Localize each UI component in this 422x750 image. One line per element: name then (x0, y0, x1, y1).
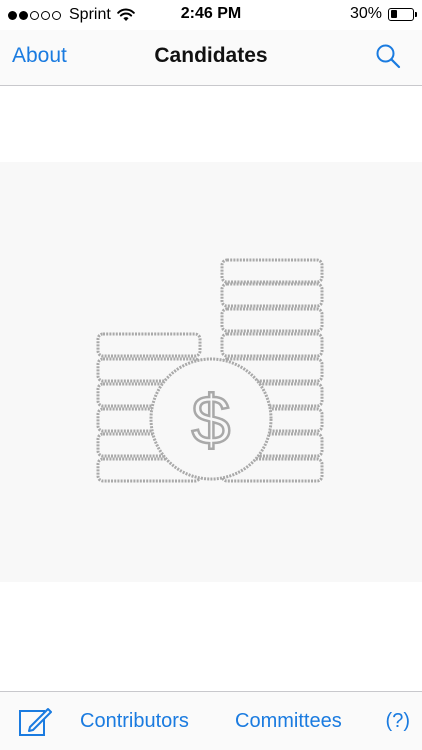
navigation-bar: About Candidates (0, 30, 422, 86)
status-right: 30% (349, 5, 417, 23)
status-bar: Sprint 2:46 PM 30% (0, 0, 422, 30)
illustration-panel: $ (0, 162, 422, 582)
search-icon[interactable] (374, 42, 402, 70)
contributors-button[interactable]: Contributors (80, 710, 189, 733)
dollar-sign: $ (192, 381, 231, 459)
battery-icon (388, 7, 417, 21)
battery-tip (414, 12, 417, 17)
about-button[interactable]: About (12, 44, 67, 68)
app-screen: Sprint 2:46 PM 30% About Candidates $ Co… (0, 0, 422, 750)
bottom-toolbar: Contributors Committees (?) (0, 691, 422, 750)
help-button[interactable]: (?) (386, 710, 410, 733)
battery-percent: 30% (349, 5, 382, 22)
compose-icon[interactable] (18, 705, 52, 737)
coin-stacks-dollar-icon: $ (96, 258, 324, 483)
battery-fill (390, 10, 397, 18)
committees-button[interactable]: Committees (235, 710, 342, 733)
main-content: $ (0, 87, 422, 691)
